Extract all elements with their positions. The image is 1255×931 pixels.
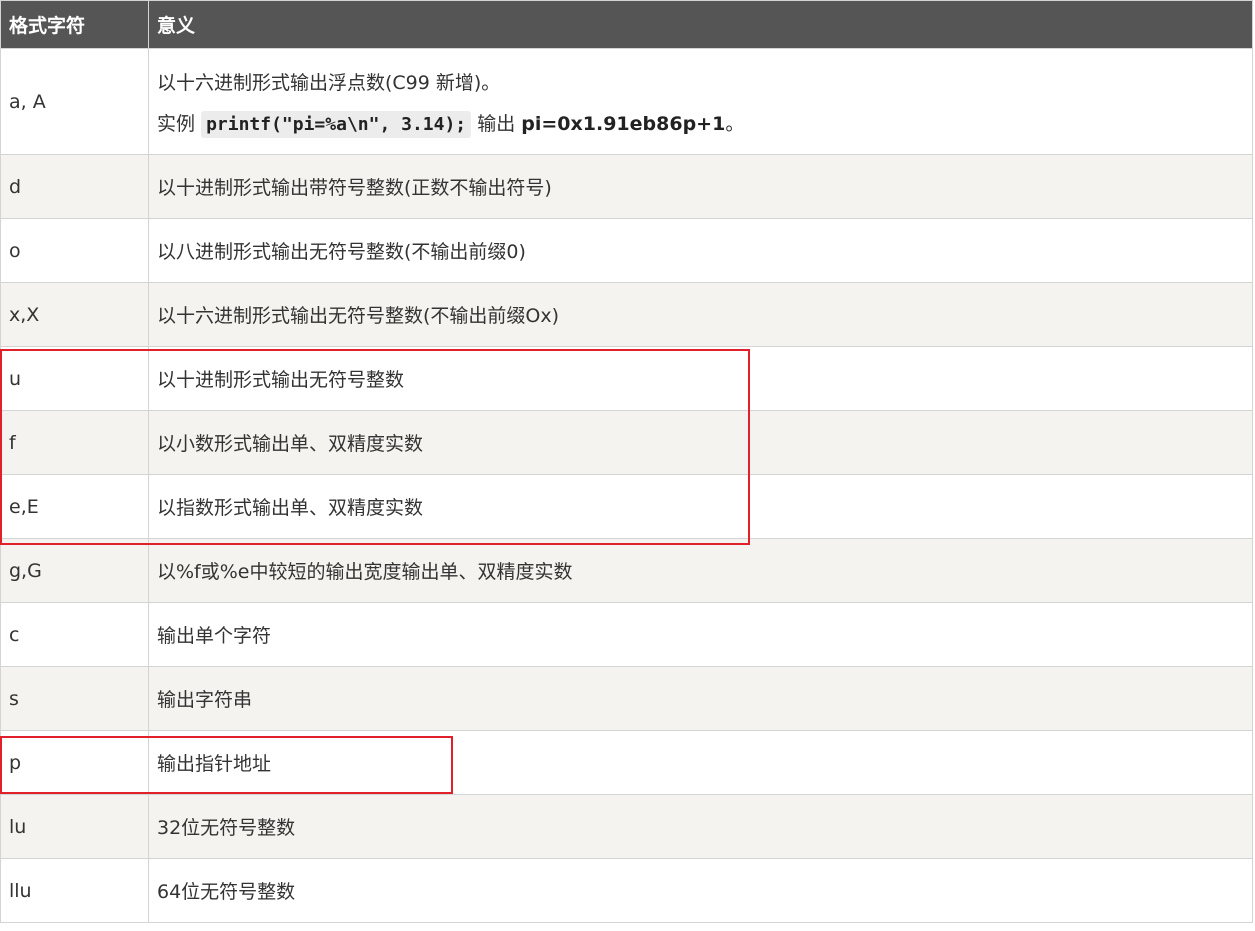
format-cell: u xyxy=(0,346,149,411)
meaning-line: 以十六进制形式输出浮点数(C99 新增)。 xyxy=(157,71,501,94)
format-cell: e,E xyxy=(0,474,149,539)
table-header-row: 格式字符 意义 xyxy=(0,0,1253,49)
meaning-cell: 64位无符号整数 xyxy=(148,858,1253,923)
table-row: s 输出字符串 xyxy=(0,666,1253,731)
format-cell: f xyxy=(0,410,149,475)
table-row: x,X 以十六进制形式输出无符号整数(不输出前缀Ox) xyxy=(0,282,1253,347)
format-cell: p xyxy=(0,730,149,795)
meaning-cell: 以%f或%e中较短的输出宽度输出单、双精度实数 xyxy=(148,538,1253,603)
meaning-cell: 32位无符号整数 xyxy=(148,794,1253,859)
meaning-cell: 以十六进制形式输出浮点数(C99 新增)。 实例 printf("pi=%a\n… xyxy=(148,48,1253,155)
meaning-cell: 输出单个字符 xyxy=(148,602,1253,667)
format-cell: x,X xyxy=(0,282,149,347)
example-mid: 输出 xyxy=(477,112,516,135)
table-row: lu 32位无符号整数 xyxy=(0,794,1253,859)
meaning-cell: 以十进制形式输出无符号整数 xyxy=(148,346,1253,411)
meaning-cell: 以十进制形式输出带符号整数(正数不输出符号) xyxy=(148,154,1253,219)
meaning-cell: 输出字符串 xyxy=(148,666,1253,731)
format-cell: a, A xyxy=(0,48,149,155)
table-row: e,E 以指数形式输出单、双精度实数 xyxy=(0,474,1253,539)
format-cell: o xyxy=(0,218,149,283)
meaning-cell: 以十六进制形式输出无符号整数(不输出前缀Ox) xyxy=(148,282,1253,347)
example-line: 实例 printf("pi=%a\n", 3.14); 输出 pi=0x1.91… xyxy=(157,109,1244,138)
table-row: llu 64位无符号整数 xyxy=(0,858,1253,923)
format-cell: g,G xyxy=(0,538,149,603)
header-format-char: 格式字符 xyxy=(0,0,149,49)
format-specifier-table: 格式字符 意义 a, A 以十六进制形式输出浮点数(C99 新增)。 实例 pr… xyxy=(0,0,1253,923)
table-row: f 以小数形式输出单、双精度实数 xyxy=(0,410,1253,475)
example-result: pi=0x1.91eb86p+1 xyxy=(521,112,726,135)
format-cell: llu xyxy=(0,858,149,923)
header-meaning: 意义 xyxy=(148,0,1253,49)
table-row: d 以十进制形式输出带符号整数(正数不输出符号) xyxy=(0,154,1253,219)
meaning-cell: 以小数形式输出单、双精度实数 xyxy=(148,410,1253,475)
meaning-cell: 以指数形式输出单、双精度实数 xyxy=(148,474,1253,539)
table-row: a, A 以十六进制形式输出浮点数(C99 新增)。 实例 printf("pi… xyxy=(0,48,1253,155)
table-row: c 输出单个字符 xyxy=(0,602,1253,667)
format-cell: s xyxy=(0,666,149,731)
example-prefix: 实例 xyxy=(157,112,196,135)
table-row: p 输出指针地址 xyxy=(0,730,1253,795)
format-cell: d xyxy=(0,154,149,219)
meaning-cell: 输出指针地址 xyxy=(148,730,1253,795)
table-row: u 以十进制形式输出无符号整数 xyxy=(0,346,1253,411)
example-code: printf("pi=%a\n", 3.14); xyxy=(201,110,472,138)
format-cell: c xyxy=(0,602,149,667)
format-cell: lu xyxy=(0,794,149,859)
meaning-cell: 以八进制形式输出无符号整数(不输出前缀0) xyxy=(148,218,1253,283)
table-row: g,G 以%f或%e中较短的输出宽度输出单、双精度实数 xyxy=(0,538,1253,603)
example-end: 。 xyxy=(725,112,745,135)
table-row: o 以八进制形式输出无符号整数(不输出前缀0) xyxy=(0,218,1253,283)
